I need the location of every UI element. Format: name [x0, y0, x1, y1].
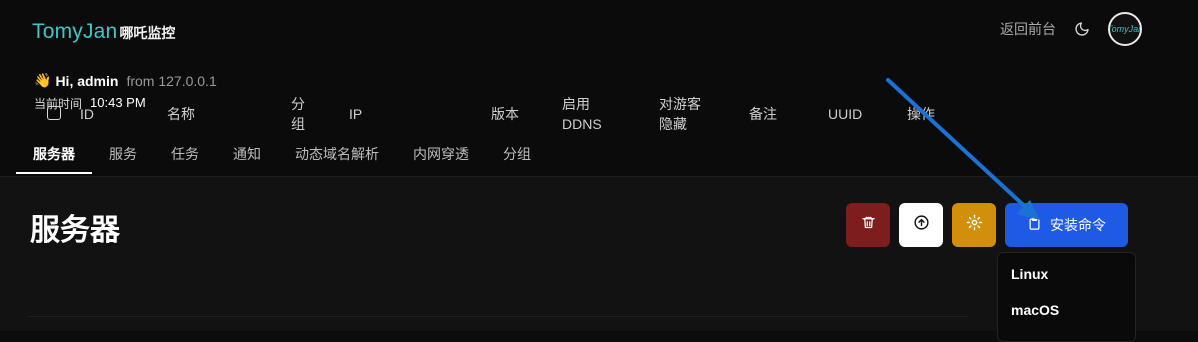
greeting-from: from 127.0.0.1	[126, 72, 217, 89]
table-header: ID 名称 分组 IP 版本 启用 DDNS 对游客隐藏 备注 UUID 操作	[28, 94, 968, 142]
greeting: 👋 Hi, admin from 127.0.0.1	[34, 72, 217, 89]
brand-subtitle: 哪吒监控	[119, 25, 176, 41]
select-all-checkbox[interactable]	[47, 106, 61, 120]
header-actions: 返回前台 TomyJan	[1000, 12, 1142, 46]
avatar[interactable]: TomyJan	[1108, 12, 1142, 46]
col-name[interactable]: 名称	[167, 104, 195, 124]
arrow-up-circle-icon	[913, 214, 930, 236]
col-version[interactable]: 版本	[491, 104, 519, 124]
upload-button[interactable]	[899, 203, 943, 247]
col-uuid[interactable]: UUID	[828, 104, 862, 124]
clipboard-icon	[1027, 216, 1042, 234]
col-actions: 操作	[907, 106, 935, 122]
top-header: TomyJan 哪吒监控 👋 Hi, admin from 127.0.0.1 …	[0, 0, 1198, 176]
install-command-button[interactable]: 安装命令	[1005, 203, 1128, 247]
wave-icon: 👋	[34, 72, 52, 88]
col-ip[interactable]: IP	[349, 104, 362, 124]
install-os-dropdown: Linux macOS	[997, 252, 1136, 342]
col-group[interactable]: 分组	[291, 94, 307, 134]
col-ddns[interactable]: 启用 DDNS	[562, 94, 608, 134]
col-note[interactable]: 备注	[749, 104, 777, 124]
gear-icon	[966, 214, 983, 236]
toolbar: 安装命令	[846, 203, 1128, 247]
install-command-label: 安装命令	[1050, 217, 1106, 233]
page-title: 服务器	[30, 214, 120, 247]
delete-button[interactable]	[846, 203, 890, 247]
dropdown-item-linux[interactable]: Linux	[1011, 266, 1048, 282]
table-divider	[28, 316, 968, 317]
col-hide-from-guest[interactable]: 对游客隐藏	[659, 94, 705, 134]
greeting-text: Hi, admin	[55, 72, 119, 89]
dropdown-item-macos[interactable]: macOS	[1011, 302, 1059, 318]
settings-button[interactable]	[952, 203, 996, 247]
back-to-frontend-link[interactable]: 返回前台	[1000, 19, 1056, 39]
trash-icon	[861, 215, 876, 235]
avatar-text: TomyJan	[1108, 24, 1142, 34]
brand[interactable]: TomyJan 哪吒监控	[32, 20, 175, 44]
moon-icon[interactable]	[1074, 21, 1090, 37]
col-id[interactable]: ID	[80, 104, 94, 124]
brand-name: TomyJan	[32, 20, 118, 43]
